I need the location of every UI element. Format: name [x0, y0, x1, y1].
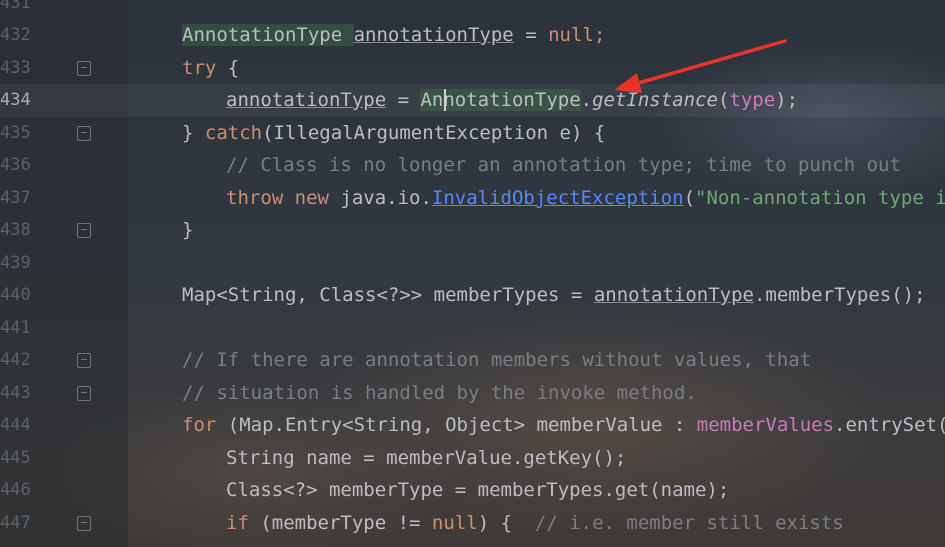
code-token: getInstance	[592, 89, 718, 111]
code-line-431[interactable]: 431	[0, 0, 945, 19]
code-token: AnnotationType	[182, 24, 354, 46]
code-line-441[interactable]: 441	[0, 312, 945, 345]
code-token: Map<String, Class<?>> memberTypes =	[182, 284, 594, 306]
fold-marker-icon[interactable]	[77, 353, 91, 368]
code-token: String name = memberValue.getKey();	[226, 446, 627, 469]
code-token: catch	[204, 121, 263, 144]
code-text: } catch(IllegalArgumentException e) {	[182, 117, 605, 150]
code-token: type	[729, 89, 776, 111]
line-number: 436	[0, 155, 31, 175]
code-line-444[interactable]: 444 for (Map.Entry<String, Object> member…	[0, 409, 945, 442]
code-token: }	[182, 121, 205, 144]
text-caret	[444, 89, 446, 111]
fold-marker-icon[interactable]	[77, 60, 91, 76]
fold-marker-icon[interactable]	[77, 385, 91, 401]
code-text: Map<String, Class<?>> memberTypes = anno…	[182, 279, 926, 312]
code-token: =	[386, 89, 421, 111]
code-line-447[interactable]: 447 if (memberType != null) { // i.e. mem…	[0, 507, 945, 540]
code-text: try {	[182, 52, 239, 85]
code-token: }	[182, 219, 194, 241]
code-token: {	[216, 56, 240, 79]
line-number: 441	[0, 317, 31, 338]
code-token: for	[182, 414, 217, 436]
code-token: =	[513, 24, 549, 46]
code-line-439[interactable]: 439	[0, 247, 945, 280]
code-token: "Non-annotation type in a	[695, 186, 945, 209]
code-text: // If there are annotation members witho…	[182, 344, 811, 377]
fold-marker-icon[interactable]	[77, 125, 91, 141]
code-token: annotationType	[353, 24, 514, 46]
code-token: // Class is no longer an annotation type…	[226, 154, 901, 176]
code-token: // i.e. member still exists	[534, 511, 844, 534]
code-text: annotationType = AnnotationType.getInsta…	[226, 84, 798, 117]
line-number: 432	[0, 25, 31, 45]
code-token: memberValues	[696, 414, 835, 436]
code-token: ;	[593, 24, 606, 46]
line-number: 445	[0, 447, 31, 468]
code-token: null	[431, 511, 478, 534]
code-line-435[interactable]: 435} catch(IllegalArgumentException e) {	[0, 117, 945, 150]
code-token: java.io.	[340, 186, 432, 209]
code-token: null	[548, 24, 594, 46]
line-number: 446	[0, 480, 31, 500]
line-number: 447	[0, 512, 31, 533]
code-text: if (memberType != null) { // i.e. member…	[226, 507, 844, 540]
line-number: 437	[0, 187, 31, 208]
code-token: (	[683, 186, 696, 209]
code-token: annotationType	[226, 89, 387, 111]
code-line-443[interactable]: 443 // situation is handled by the invoke…	[0, 377, 945, 410]
code-token: ) {	[477, 511, 535, 534]
code-token: .entrySet())	[834, 414, 945, 436]
code-token: annotationType	[593, 284, 754, 306]
code-line-440[interactable]: 440 Map<String, Class<?>> memberTypes = a…	[0, 279, 945, 312]
code-text: }	[182, 214, 193, 247]
code-text: // situation is handled by the invoke me…	[182, 377, 697, 410]
code-text: throw new java.io.InvalidObjectException…	[226, 182, 945, 215]
code-line-432[interactable]: 432 AnnotationType annotationType = null;	[0, 19, 945, 52]
line-number: 440	[0, 285, 31, 305]
code-token: (memberType !=	[248, 511, 432, 534]
code-line-442[interactable]: 442 // If there are annotation members wi…	[0, 344, 945, 377]
code-token: InvalidObjectException	[431, 186, 684, 209]
code-line-445[interactable]: 445 String name = memberValue.getKey();	[0, 442, 945, 475]
code-text: AnnotationType annotationType = null;	[182, 19, 605, 52]
line-number: 435	[0, 122, 31, 143]
code-token: if	[226, 511, 249, 534]
line-number: 443	[0, 382, 31, 403]
code-token: // If there are annotation members witho…	[182, 349, 812, 371]
code-token: (	[717, 89, 730, 111]
code-token: .memberTypes();	[753, 284, 926, 306]
fold-marker-icon[interactable]	[77, 223, 91, 238]
code-token: try	[182, 56, 217, 79]
code-token: );	[775, 89, 799, 111]
line-number: 439	[0, 252, 31, 273]
code-text: String name = memberValue.getKey();	[226, 442, 626, 475]
line-number: 433	[0, 57, 31, 78]
code-text: Class<?> memberType = memberTypes.get(na…	[226, 474, 729, 507]
line-number: 444	[0, 415, 31, 435]
code-token: Class<?> memberType = memberTypes.get(na…	[226, 479, 730, 501]
code-line-438[interactable]: 438}	[0, 214, 945, 247]
code-token: (Map.Entry<String, Object> memberValue :	[216, 414, 697, 436]
fold-marker-icon[interactable]	[77, 515, 91, 531]
code-token: .	[580, 89, 593, 111]
code-token: throw new	[226, 186, 341, 209]
code-token: // situation is handled by the invoke me…	[182, 381, 697, 404]
code-token: (IllegalArgumentException e) {	[262, 121, 606, 144]
code-text: // Class is no longer an annotation type…	[226, 149, 901, 182]
code-line-436[interactable]: 436 // Class is no longer an annotation t…	[0, 149, 945, 182]
line-number: 434	[0, 90, 31, 110]
code-editor[interactable]: 431 432 AnnotationType annotationType = nu…	[0, 0, 945, 547]
code-line-434[interactable]: 434 annotationType = AnnotationType.getIn…	[0, 84, 945, 117]
code-line-446[interactable]: 446 Class<?> memberType = memberTypes.get…	[0, 474, 945, 507]
code-text: for (Map.Entry<String, Object> memberVal…	[182, 409, 945, 442]
line-number: 438	[0, 220, 31, 240]
line-number: 442	[0, 350, 31, 370]
code-line-433[interactable]: 433 try {	[0, 52, 945, 85]
line-number: 431	[0, 0, 31, 13]
code-line-437[interactable]: 437 throw new java.io.InvalidObjectExcept…	[0, 182, 945, 215]
